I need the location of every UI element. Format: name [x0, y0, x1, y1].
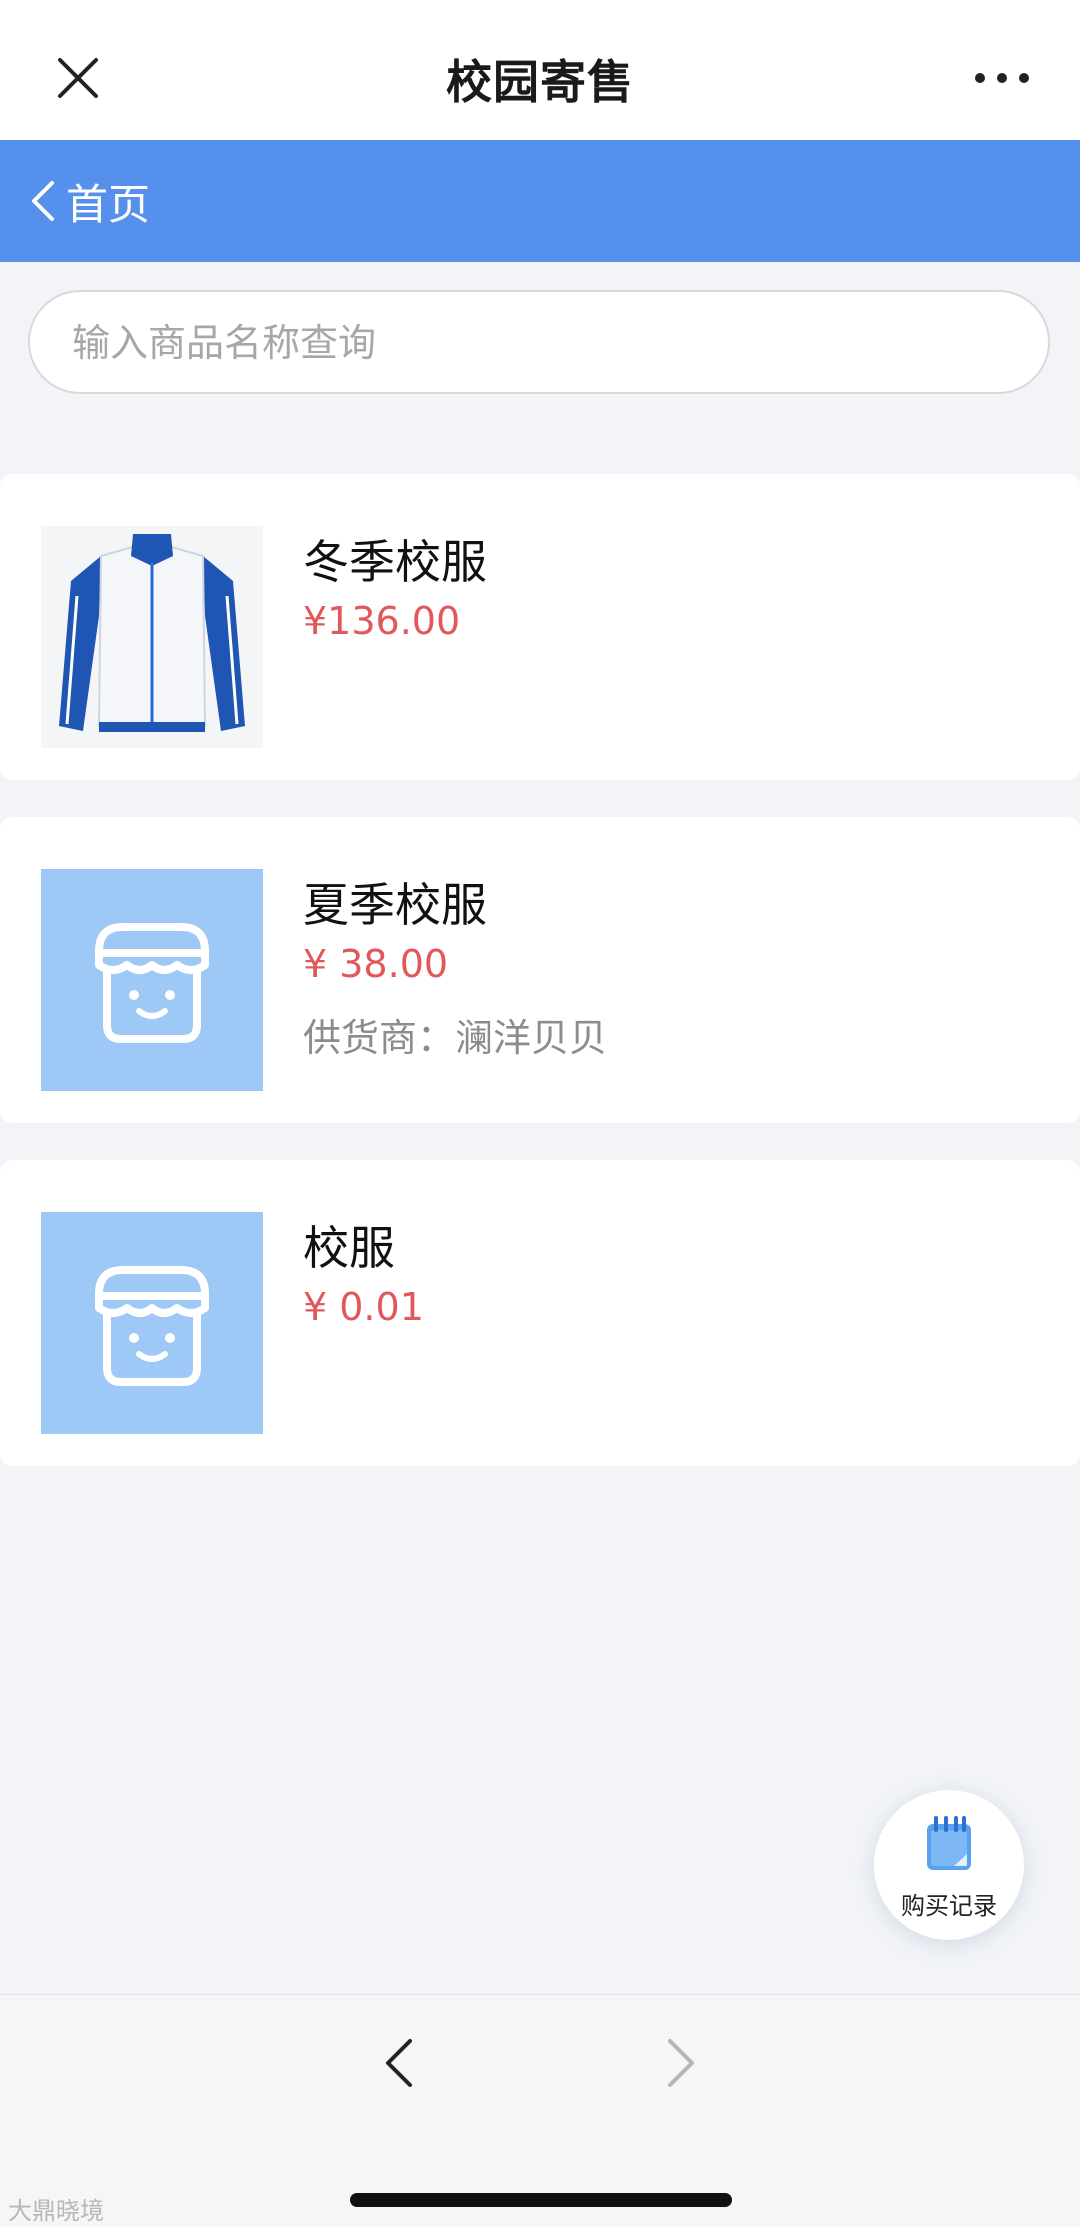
product-price: ¥ 38.00 — [303, 942, 449, 986]
home-indicator[interactable] — [350, 2193, 732, 2207]
search-input[interactable] — [70, 292, 1014, 394]
title-bar: 校园寄售 — [0, 0, 1080, 140]
chevron-left-icon — [28, 179, 58, 223]
product-name: 夏季校服 — [303, 878, 487, 932]
page-title: 校园寄售 — [446, 55, 634, 109]
product-card[interactable]: 夏季校服 ¥ 38.00 供货商：澜洋贝贝 — [0, 817, 1080, 1123]
more-dots-icon[interactable] — [970, 62, 1034, 94]
product-price: ¥136.00 — [303, 599, 461, 643]
bottom-nav-bar: 大鼎晓境 — [0, 1994, 1080, 2227]
search-box — [28, 290, 1050, 394]
product-supplier: 供货商：澜洋贝贝 — [303, 1016, 608, 1060]
watermark: 大鼎晓境 — [8, 2197, 104, 2225]
purchase-record-label: 购买记录 — [901, 1892, 997, 1920]
product-image-jacket — [41, 526, 263, 748]
product-card[interactable]: 校服 ¥ 0.01 — [0, 1160, 1080, 1466]
product-name: 冬季校服 — [303, 535, 487, 589]
back-home-label: 首页 — [66, 179, 151, 229]
back-home-button[interactable]: 首页 — [28, 170, 150, 232]
chevron-right-icon[interactable] — [660, 2035, 700, 2091]
product-price: ¥ 0.01 — [303, 1285, 424, 1329]
chevron-left-icon[interactable] — [380, 2035, 420, 2091]
notebook-icon — [924, 1814, 974, 1874]
nav-bar: 首页 — [0, 140, 1080, 262]
purchase-record-button[interactable]: 购买记录 — [874, 1790, 1024, 1940]
product-name: 校服 — [303, 1221, 395, 1275]
shop-placeholder-icon — [41, 869, 263, 1091]
product-card[interactable]: 冬季校服 ¥136.00 — [0, 474, 1080, 780]
shop-placeholder-icon — [41, 1212, 263, 1434]
